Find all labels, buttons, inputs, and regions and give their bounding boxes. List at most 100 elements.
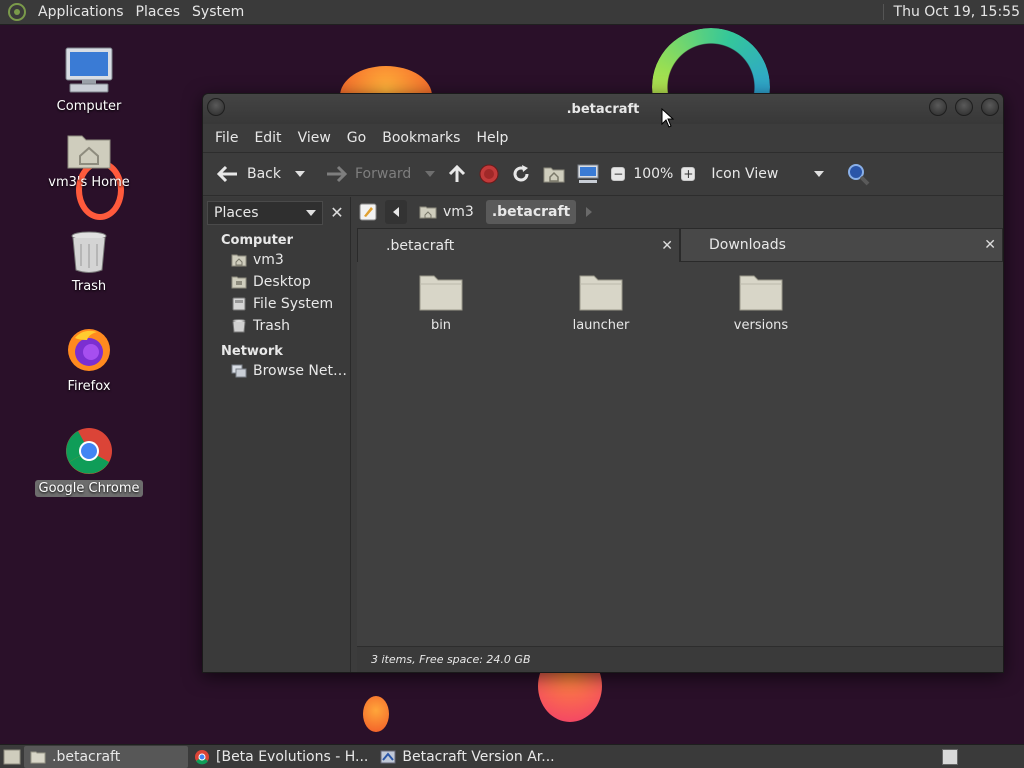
menu-bookmarks[interactable]: Bookmarks: [374, 130, 468, 146]
toggle-location-entry-button[interactable]: [357, 200, 379, 224]
computer-button[interactable]: [571, 158, 605, 190]
clock[interactable]: Thu Oct 19, 15:55: [882, 4, 1024, 20]
close-sidebar-icon[interactable]: ✕: [327, 201, 347, 223]
forward-history-dropdown[interactable]: [417, 158, 441, 190]
path-bar: vm3 .betacraft: [351, 197, 1003, 227]
home-button[interactable]: [537, 158, 571, 190]
menu-go[interactable]: Go: [339, 130, 374, 146]
zoom-level[interactable]: 100%: [633, 166, 673, 182]
folder-item[interactable]: launcher: [551, 272, 651, 333]
reload-button[interactable]: [505, 158, 537, 190]
sidebar-item-file-system[interactable]: File System: [203, 292, 350, 314]
menubar: File Edit View Go Bookmarks Help: [203, 124, 1003, 152]
folder-name: launcher: [572, 318, 630, 333]
sidebar-type-select[interactable]: Places: [207, 201, 323, 225]
status-bar: 3 items, Free space: 24.0 GB: [357, 646, 1003, 672]
desktop-icon-label: vm3's Home: [48, 175, 130, 190]
folder-name: versions: [733, 318, 789, 333]
computer-icon: [65, 47, 113, 93]
home-folder-icon: [67, 135, 111, 169]
desktop-icon-label: Firefox: [67, 379, 111, 394]
show-desktop-button[interactable]: [0, 745, 24, 768]
sidebar-item-label: Desktop: [253, 274, 311, 290]
taskbar-item-betacraft-version[interactable]: Betacraft Version Ar...: [374, 746, 560, 768]
sidebar-item-label: vm3: [253, 252, 284, 268]
zoom-in-button[interactable]: +: [681, 167, 696, 181]
back-history-dropdown[interactable]: [287, 158, 311, 190]
sidebar-item-label: Trash: [253, 318, 290, 334]
home-icon: [231, 254, 247, 267]
menu-file[interactable]: File: [207, 130, 246, 146]
chevron-left-icon: [393, 207, 399, 217]
tab-downloads[interactable]: Downloads ✕: [680, 228, 1003, 262]
minimize-button[interactable]: [929, 98, 947, 116]
breadcrumb-label: vm3: [443, 204, 474, 220]
menu-help[interactable]: Help: [468, 130, 516, 146]
sidebar-heading-computer: Computer: [221, 233, 294, 248]
top-panel: Applications Places System Thu Oct 19, 1…: [0, 0, 1024, 25]
zoom-control: − 100% +: [605, 158, 701, 190]
path-scroll-right[interactable]: [582, 200, 596, 224]
task-label: .betacraft: [52, 748, 121, 765]
back-label: Back: [247, 166, 281, 182]
folder-name: bin: [430, 318, 452, 333]
tab-label: Downloads: [709, 237, 786, 253]
zoom-out-button[interactable]: −: [611, 167, 626, 181]
tab-betacraft[interactable]: .betacraft ✕: [357, 228, 680, 262]
window-titlebar[interactable]: .betacraft: [203, 94, 1003, 124]
desktop-icon-label: Computer: [56, 99, 122, 114]
chevron-right-icon: [586, 207, 593, 217]
stop-icon: [479, 164, 499, 184]
desktop-icon-computer[interactable]: Computer: [34, 46, 144, 115]
system-menu[interactable]: System: [186, 4, 250, 20]
drive-icon: [232, 297, 246, 311]
folder-item[interactable]: versions: [711, 272, 811, 333]
status-text: 3 items, Free space: 24.0 GB: [371, 653, 531, 666]
desktop-icon-chrome[interactable]: Google Chrome: [34, 426, 144, 497]
breadcrumb-vm3[interactable]: vm3: [413, 200, 480, 224]
home-icon: [419, 206, 437, 219]
mouse-cursor-icon: [661, 108, 675, 128]
forward-arrow-icon: [327, 165, 347, 183]
search-icon: [848, 164, 870, 186]
desktop-icon-label: Trash: [71, 279, 107, 294]
menu-edit[interactable]: Edit: [246, 130, 289, 146]
forward-button[interactable]: Forward: [319, 158, 417, 190]
trash-icon: [71, 231, 107, 273]
path-scroll-left[interactable]: [385, 200, 407, 224]
back-button[interactable]: Back: [211, 158, 287, 190]
desktop-icon-firefox[interactable]: Firefox: [34, 326, 144, 395]
desktop-icon-trash[interactable]: Trash: [34, 230, 144, 295]
close-tab-icon[interactable]: ✕: [661, 238, 673, 254]
window-menu-button[interactable]: [207, 98, 225, 116]
stop-button[interactable]: [473, 158, 505, 190]
mate-logo-icon[interactable]: [8, 3, 26, 21]
close-button[interactable]: [981, 98, 999, 116]
taskbar-item-betacraft[interactable]: .betacraft: [24, 745, 188, 768]
up-button[interactable]: [441, 158, 473, 190]
close-tab-icon[interactable]: ✕: [984, 237, 996, 253]
maximize-button[interactable]: [955, 98, 973, 116]
breadcrumb-label: .betacraft: [491, 204, 571, 220]
places-menu[interactable]: Places: [130, 4, 187, 20]
menu-view[interactable]: View: [290, 130, 339, 146]
sidebar-item-desktop[interactable]: Desktop: [203, 270, 350, 292]
back-arrow-icon: [217, 165, 237, 183]
sidebar-item-browse-network[interactable]: Browse Net…: [203, 359, 350, 381]
wallpaper-shape: [363, 696, 389, 732]
view-mode-select[interactable]: Icon View: [701, 158, 830, 190]
taskbar-item-chrome[interactable]: [Beta Evolutions - H...: [188, 746, 374, 768]
tab-bar: .betacraft ✕ Downloads ✕: [357, 228, 1003, 262]
sidebar-item-vm3[interactable]: vm3: [203, 248, 350, 270]
window-title: .betacraft: [566, 101, 640, 117]
sidebar-item-trash[interactable]: Trash: [203, 314, 350, 336]
breadcrumb-betacraft[interactable]: .betacraft: [485, 200, 577, 224]
folder-item[interactable]: bin: [391, 272, 491, 333]
firefox-icon: [68, 329, 110, 371]
desktop-icon-home[interactable]: vm3's Home: [34, 130, 144, 191]
chevron-down-icon: [306, 210, 316, 216]
applications-menu[interactable]: Applications: [32, 4, 130, 20]
search-button[interactable]: [840, 158, 876, 190]
home-folder-icon: [543, 167, 565, 183]
workspace-switcher[interactable]: [942, 748, 958, 765]
